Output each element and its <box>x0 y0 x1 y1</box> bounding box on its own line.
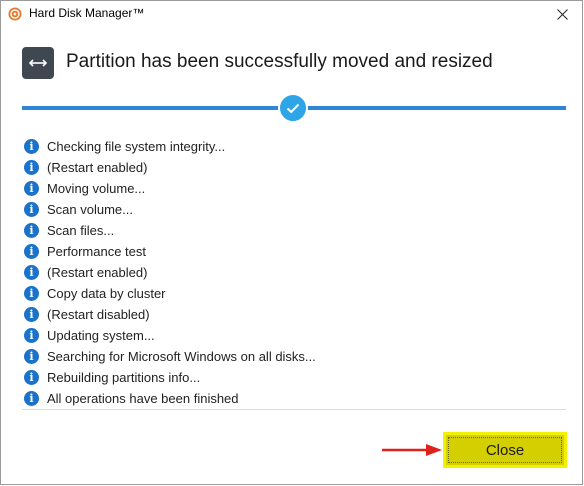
operation-log: i Checking file system integrity... i (Res… <box>24 136 316 409</box>
window-close-button[interactable] <box>542 1 582 27</box>
info-icon: i <box>24 349 39 364</box>
window-title: Hard Disk Manager™ <box>29 6 145 20</box>
info-icon: i <box>24 265 39 280</box>
log-item: i (Restart disabled) <box>24 304 316 325</box>
checkmark-icon <box>278 93 308 123</box>
log-item: i Performance test <box>24 241 316 262</box>
info-icon: i <box>24 370 39 385</box>
info-icon: i <box>24 307 39 322</box>
close-icon <box>556 8 568 20</box>
info-icon: i <box>24 286 39 301</box>
red-arrow-icon <box>382 444 442 456</box>
log-item: i All operations have been finished <box>24 388 316 409</box>
close-button[interactable]: Close <box>443 432 567 468</box>
app-logo-icon <box>8 7 22 21</box>
log-item: i Searching for Microsoft Windows on all … <box>24 346 316 367</box>
log-item: i Scan volume... <box>24 199 316 220</box>
log-item: i Rebuilding partitions info... <box>24 367 316 388</box>
move-resize-icon <box>22 47 54 79</box>
dialog-window: Hard Disk Manager™ Partition has been su… <box>0 0 583 485</box>
page-title: Partition has been successfully moved an… <box>66 51 493 72</box>
info-icon: i <box>24 391 39 406</box>
info-icon: i <box>24 139 39 154</box>
title-bar: Hard Disk Manager™ <box>1 1 582 27</box>
log-item: i Updating system... <box>24 325 316 346</box>
log-item: i Checking file system integrity... <box>24 136 316 157</box>
info-icon: i <box>24 202 39 217</box>
info-icon: i <box>24 223 39 238</box>
log-item: i Moving volume... <box>24 178 316 199</box>
info-icon: i <box>24 160 39 175</box>
log-item: i (Restart enabled) <box>24 157 316 178</box>
footer-divider <box>22 409 566 410</box>
log-item: i Copy data by cluster <box>24 283 316 304</box>
log-item: i (Restart enabled) <box>24 262 316 283</box>
info-icon: i <box>24 328 39 343</box>
info-icon: i <box>24 181 39 196</box>
info-icon: i <box>24 244 39 259</box>
log-item: i Scan files... <box>24 220 316 241</box>
